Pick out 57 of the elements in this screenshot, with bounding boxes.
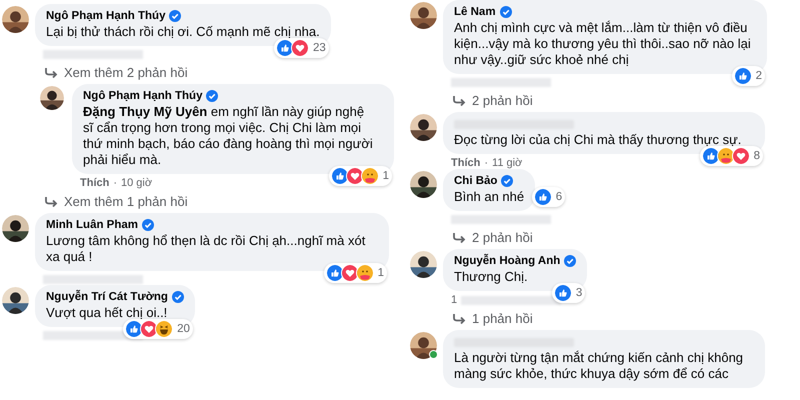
heart-icon <box>340 264 359 282</box>
reply-arrow-icon <box>452 312 466 324</box>
view-replies-link[interactable]: Xem thêm 1 phản hồi <box>44 194 400 209</box>
view-replies-link[interactable]: 2 phản hồi <box>452 93 800 108</box>
commenter-name[interactable]: Chi Bảo <box>454 175 498 187</box>
timestamp[interactable]: 11 giờ <box>492 157 522 169</box>
commenter-name[interactable]: Ngô Phạm Hạnh Thúy <box>83 90 202 102</box>
comment-text: Lương tâm không hổ thẹn là dc rồi Chị ạh...nghĩ mà xót xa quá ! <box>46 233 366 265</box>
reply-arrow-icon <box>452 94 466 106</box>
reaction-count[interactable]: 20 <box>123 319 193 339</box>
reaction-count[interactable]: 2 <box>732 66 765 86</box>
view-replies-link[interactable]: 1 phản hồi <box>452 311 800 326</box>
comment-text: Đặng Thụy Mỹ Uyên em nghĩ lần này giúp nghệ sĩ cẩn trọng hơn trong mọi việc. Chị Chi làm mọi thứ minh bạch, báo cáo đàng hoàng thì mọi người phải hiểu mà. <box>83 104 374 168</box>
hugging-face-icon <box>360 167 379 185</box>
timestamp[interactable]: 10 giờ <box>121 177 152 189</box>
thumbs-up-icon <box>734 67 752 85</box>
view-replies-link[interactable]: Xem thêm 2 phản hồi <box>44 65 400 80</box>
laughing-face-icon <box>155 320 174 338</box>
hugging-face-icon <box>716 147 735 165</box>
reaction-count[interactable]: 3 <box>552 283 586 303</box>
hugging-face-icon <box>356 264 374 282</box>
like-link[interactable]: Thích <box>451 157 480 169</box>
reaction-count[interactable]: 1 <box>328 166 392 186</box>
reply-arrow-icon <box>44 66 58 78</box>
thumbs-up-icon <box>702 147 720 165</box>
separator: · <box>484 157 488 169</box>
comment-text: Đọc từng lời của chị Chi mà thấy thương thực sự. <box>454 132 742 148</box>
heart-icon <box>732 147 750 165</box>
reply-arrow-icon <box>452 232 466 244</box>
commenter-name[interactable]: Nguyễn Hoàng Anh <box>454 255 560 267</box>
commenter-name[interactable]: Lê Nam <box>454 6 496 18</box>
like-link[interactable]: Thích <box>80 177 110 189</box>
heart-icon <box>290 39 309 57</box>
thumbs-up-icon <box>276 39 294 57</box>
comment-text: Lại bị thử thách rồi chị ơi. Cố mạnh mẽ chị nha. <box>46 24 320 40</box>
view-replies-link[interactable]: 2 phản hồi <box>452 230 800 245</box>
comment-text: Vượt qua hết chị oi..! <box>46 305 168 321</box>
thumbs-up-icon <box>554 284 572 302</box>
reaction-count[interactable]: 8 <box>700 146 763 166</box>
comment-text: Là người từng tận mắt chứng kiến cảnh chị không màng sức khỏe, thức khuya dậy sớm để có các <box>454 350 744 382</box>
reaction-count[interactable]: 23 <box>274 38 329 58</box>
reply-arrow-icon <box>44 196 58 208</box>
commenter-name[interactable]: Nguyễn Trí Cát Tường <box>46 291 168 303</box>
commenter-name[interactable]: Ngô Phạm Hạnh Thúy <box>46 10 166 22</box>
reaction-count[interactable]: 1 <box>324 263 387 283</box>
heart-icon <box>346 167 364 185</box>
comment-text: Thương Chị. <box>454 269 529 285</box>
comment-text: Anh chị mình cực và mệt lắm...làm từ thiện vô điều kiện...vậy mà ko thương yêu thì thôi..sao nỡ nào lại như vậy..giữ sức khoẻ nhé chị <box>454 20 752 68</box>
timestamp: 1 <box>451 294 458 306</box>
thumbs-up-icon <box>326 264 344 282</box>
thumbs-up-icon <box>534 188 552 206</box>
heart-icon <box>140 320 158 338</box>
commenter-name[interactable]: Minh Luân Pham <box>46 219 138 231</box>
thumbs-up-icon <box>330 167 349 185</box>
comment-text: Bình an nhé <box>454 189 524 205</box>
separator: · <box>113 177 118 189</box>
reaction-count[interactable]: 6 <box>532 187 566 207</box>
